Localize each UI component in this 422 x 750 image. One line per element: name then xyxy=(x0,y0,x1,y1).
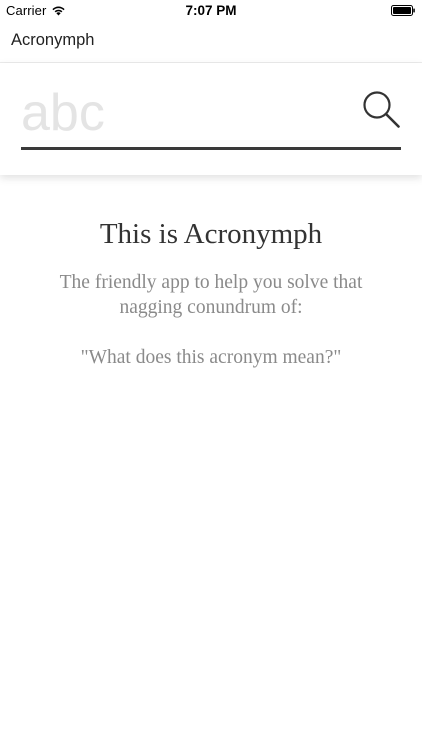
search-icon[interactable] xyxy=(361,89,401,129)
battery-full-icon xyxy=(391,5,415,16)
intro-quote: "What does this acronym mean?" xyxy=(80,347,342,368)
intro-section: This is Acronymph The friendly app to he… xyxy=(0,215,422,370)
nav-bar: Acronymph xyxy=(0,22,422,63)
status-time: 7:07 PM xyxy=(185,3,237,18)
search-panel xyxy=(0,63,422,175)
search-field xyxy=(21,79,401,150)
intro-heading: This is Acronymph xyxy=(99,218,323,250)
search-input[interactable] xyxy=(21,79,351,147)
intro-description: The friendly app to help you solve that … xyxy=(59,272,363,318)
app-title: Acronymph xyxy=(11,31,95,49)
status-bar: Carrier 7:07 PM xyxy=(0,0,422,22)
